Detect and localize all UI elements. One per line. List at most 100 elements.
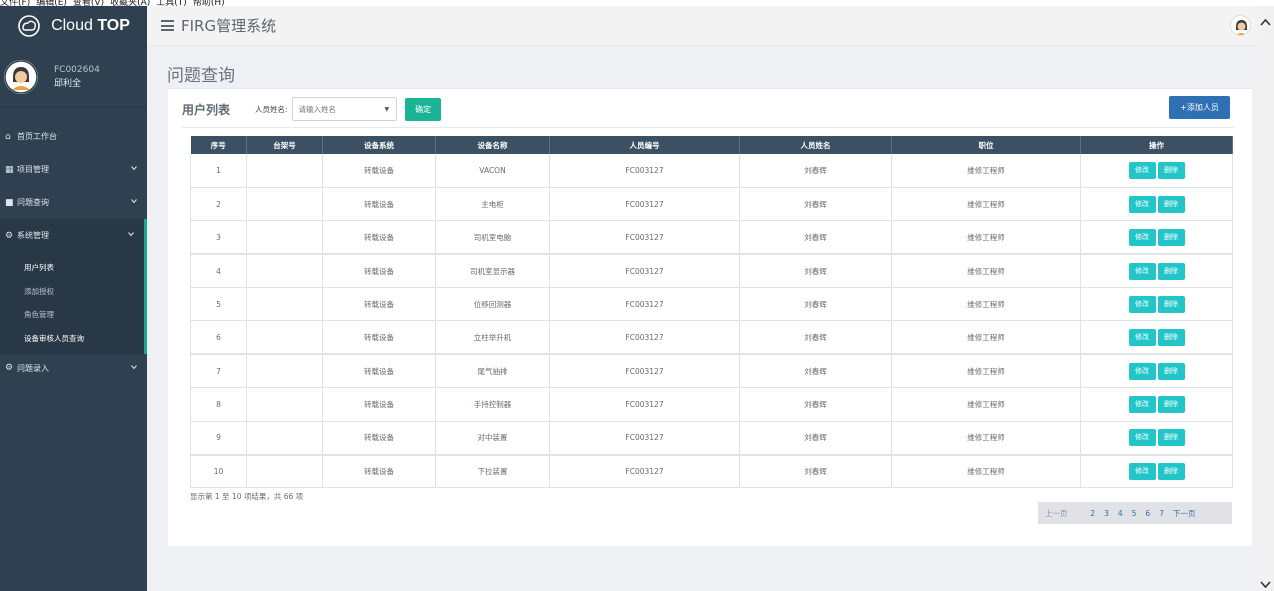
action-cell: 修改 删除 [1080, 187, 1233, 222]
add-user-button[interactable]: +添加人员 [1169, 96, 1230, 119]
next-page-button[interactable]: 下一页 [1173, 508, 1196, 519]
action-cell: 修改 删除 [1080, 154, 1233, 188]
table-cell: 维修工程师 [891, 320, 1081, 355]
table-cell: 维修工程师 [891, 253, 1081, 289]
edit-button[interactable]: 修改 [1128, 395, 1156, 413]
column-header: 设备系统 [322, 136, 436, 154]
table-cell: 8 [190, 387, 247, 422]
table-cell [246, 353, 323, 389]
user-avatar-icon [4, 59, 38, 94]
table-cell: 转载设备 [322, 253, 436, 289]
confirm-button[interactable]: 确定 [405, 97, 442, 121]
table-header-row: 序号 台架号 设备系统 设备名称 人员编号 人员姓名 职位 操作 [190, 136, 1233, 154]
page-number-button[interactable]: 2 [1090, 509, 1095, 518]
table-cell [246, 154, 323, 188]
page-number-button[interactable]: 7 [1159, 509, 1164, 518]
edit-button[interactable]: 修改 [1128, 429, 1156, 447]
delete-button[interactable]: 删除 [1157, 395, 1185, 413]
table-cell: 5 [190, 287, 247, 322]
table-row: 6 转载设备 立柱举升机 FC003127 刘春辉 维修工程师 修改 删除 [190, 320, 1233, 355]
sidebar-item-home[interactable]: ⌂ 首页工作台 [0, 120, 147, 153]
sidebar-item-issue-entry[interactable]: ⚙ 问题录入 [0, 354, 147, 382]
brand[interactable]: Cloud TOP [0, 6, 147, 46]
edit-button[interactable]: 修改 [1128, 228, 1156, 246]
page-number-button[interactable]: 3 [1104, 509, 1109, 518]
delete-button[interactable]: 删除 [1157, 295, 1185, 313]
sidebar-item-system[interactable]: ⚙ 系统管理 [0, 219, 147, 252]
table-cell: FC003127 [549, 353, 740, 389]
subnav-reviewer-query[interactable]: 设备审核人员查询 [0, 327, 144, 351]
table-cell: 转载设备 [322, 353, 436, 389]
table-cell: FC003127 [549, 220, 740, 255]
table-cell: 转载设备 [322, 220, 436, 255]
delete-button[interactable]: 删除 [1157, 328, 1185, 346]
table-cell: 维修工程师 [891, 421, 1081, 456]
dropdown-caret-icon[interactable]: ▼ [385, 106, 390, 113]
table-row: 10 转载设备 下拉装置 FC003127 刘春辉 维修工程师 修改 删除 [190, 453, 1233, 489]
pagination: 上一页 1 2 3 4 5 6 7 下一页 [1038, 502, 1232, 524]
sidebar-item-label: 项目管理 [17, 165, 49, 174]
name-search-input[interactable] [291, 97, 397, 121]
delete-button[interactable]: 删除 [1157, 462, 1185, 480]
page-number-button[interactable]: 6 [1145, 509, 1150, 518]
search-label: 人员姓名: [255, 104, 288, 114]
avatar [4, 59, 38, 94]
user-menu-icon[interactable] [1230, 15, 1251, 36]
table-cell [246, 287, 323, 322]
sidebar-item-label: 问题录入 [17, 363, 49, 373]
edit-button[interactable]: 修改 [1128, 161, 1156, 179]
table-cell: 维修工程师 [891, 353, 1081, 389]
table-cell: FC003127 [549, 253, 740, 289]
table-cell: 3 [190, 220, 247, 255]
table-cell: 刘春辉 [739, 453, 892, 489]
column-header: 职位 [891, 136, 1081, 154]
sidebar-nav: ⌂ 首页工作台 ▦ 项目管理 ■ 问题查询 ⚙ 系统管理 用户列表 添加授权 角… [0, 120, 147, 382]
action-cell: 修改 删除 [1080, 387, 1233, 422]
subnav-add-auth[interactable]: 添加授权 [0, 280, 144, 304]
edit-button[interactable]: 修改 [1128, 295, 1156, 313]
delete-button[interactable]: 删除 [1157, 195, 1185, 213]
table-info: 显示第 1 至 10 项结果，共 66 项 [190, 492, 304, 501]
table-cell [246, 387, 323, 422]
user-table: 序号 台架号 设备系统 设备名称 人员编号 人员姓名 职位 操作 1 转载设备 VACON FC00… [190, 136, 1233, 489]
edit-button[interactable]: 修改 [1128, 362, 1156, 380]
sidebar-item-projects[interactable]: ▦ 项目管理 [0, 153, 147, 186]
home-icon: ⌂ [5, 131, 11, 142]
edit-button[interactable]: 修改 [1128, 262, 1156, 280]
delete-button[interactable]: 删除 [1157, 228, 1185, 246]
subnav-role-manage[interactable]: 角色管理 [0, 303, 144, 327]
table-row: 9 转载设备 对中装置 FC003127 刘春辉 维修工程师 修改 删除 [190, 421, 1233, 456]
table-cell [246, 453, 323, 489]
edit-button[interactable]: 修改 [1128, 195, 1156, 213]
user-id: FC002604 [54, 64, 100, 75]
delete-button[interactable]: 删除 [1157, 362, 1185, 380]
scroll-up-icon[interactable] [1259, 16, 1272, 29]
edit-button[interactable]: 修改 [1128, 328, 1156, 346]
page-scrollbar[interactable] [1257, 6, 1274, 591]
delete-button[interactable]: 删除 [1157, 262, 1185, 280]
sidebar-item-issues[interactable]: ■ 问题查询 [0, 186, 147, 219]
table-cell: 刘春辉 [739, 253, 892, 289]
table-cell: 刘春辉 [739, 154, 892, 188]
delete-button[interactable]: 删除 [1157, 429, 1185, 447]
table-cell: FC003127 [549, 154, 740, 188]
prev-page-button[interactable]: 上一页 [1045, 508, 1068, 519]
action-cell: 修改 删除 [1080, 253, 1233, 289]
sidebar-submenu: 用户列表 添加授权 角色管理 设备审核人员查询 [0, 252, 147, 354]
page-1-button[interactable]: 1 [1077, 509, 1082, 518]
table-cell: 对中装置 [435, 421, 550, 456]
page-number-button[interactable]: 4 [1118, 509, 1123, 518]
sidebar-item-label: 系统管理 [17, 231, 49, 240]
subnav-user-list[interactable]: 用户列表 [0, 256, 144, 280]
table-cell: 维修工程师 [891, 220, 1081, 255]
table-cell: 刘春辉 [739, 220, 892, 255]
table-cell: 主电柜 [435, 187, 550, 222]
brand-name: Cloud TOP [51, 17, 130, 34]
user-profile[interactable]: FC002604 邱利全 [0, 46, 147, 108]
delete-button[interactable]: 删除 [1157, 161, 1185, 179]
scroll-down-icon[interactable] [1259, 578, 1272, 591]
edit-button[interactable]: 修改 [1128, 462, 1156, 480]
menu-toggle-icon[interactable] [161, 20, 174, 31]
table-cell: 转载设备 [322, 320, 436, 355]
page-number-button[interactable]: 5 [1132, 509, 1137, 518]
